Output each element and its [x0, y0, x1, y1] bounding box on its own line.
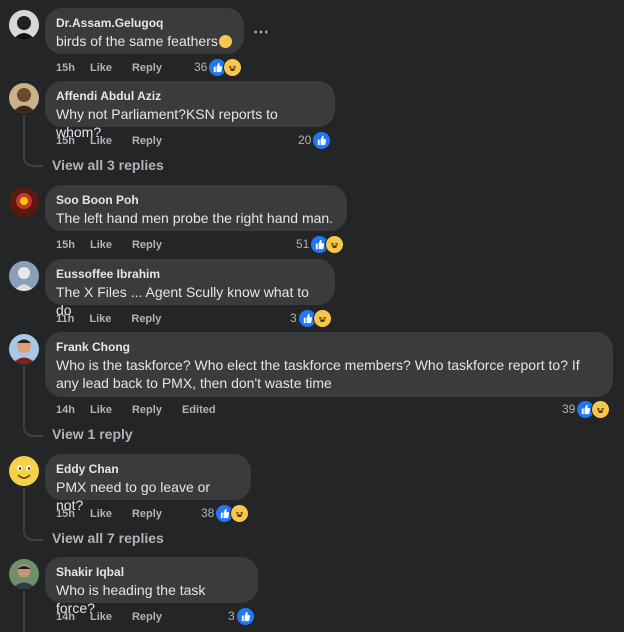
reaction-summary[interactable]: 36 [194, 57, 243, 77]
avatar[interactable] [9, 10, 39, 40]
comment-actions: 15h Like Reply [56, 61, 182, 75]
comment-text: The left hand men probe the right hand m… [56, 210, 334, 226]
comment-author[interactable]: Frank Chong [56, 340, 602, 354]
reply-link[interactable]: Reply [131, 312, 161, 326]
reaction-summary[interactable]: 39 [562, 399, 611, 419]
haha-icon [312, 308, 332, 328]
thread-curve [23, 427, 43, 437]
reaction-summary[interactable]: 3 [290, 308, 332, 328]
reaction-count: 3 [290, 311, 297, 325]
haha-icon [591, 399, 611, 419]
reply-link[interactable]: Reply [132, 134, 162, 148]
comment-actions: 15h Like Reply [56, 238, 182, 252]
reply-link[interactable]: Reply [132, 403, 162, 417]
comment-actions: 15h Like Reply [56, 507, 182, 521]
edited-label: Edited [181, 404, 216, 416]
comment-actions: 14h Like Reply Edited [56, 403, 236, 417]
reaction-count: 20 [298, 133, 312, 147]
view-replies-link[interactable]: View 1 reply [52, 426, 133, 442]
reaction-count: 3 [228, 609, 235, 623]
comment-text-line: Who is the taskforce? Who elect the task… [56, 357, 580, 373]
comment-bubble: Shakir Iqbal Who is heading the task for… [45, 557, 258, 616]
thread-line [23, 366, 25, 429]
like-link[interactable]: Like [90, 61, 112, 75]
reaction-count: 39 [562, 402, 576, 416]
comment-time[interactable]: 15h [56, 507, 75, 521]
comment-text-line: any lead back to PMX, then don't waste t… [56, 375, 332, 391]
haha-icon [230, 503, 250, 523]
comment-time[interactable]: 15h [56, 61, 75, 75]
like-icon [312, 130, 332, 150]
haha-icon [325, 234, 345, 254]
comment-time[interactable]: 11h [56, 312, 74, 326]
reply-link[interactable]: Reply [132, 61, 162, 75]
thread-curve [23, 531, 43, 541]
reaction-summary[interactable]: 20 [298, 130, 332, 150]
reply-link[interactable]: Reply [132, 507, 162, 521]
like-link[interactable]: Like [90, 134, 112, 148]
reaction-summary[interactable]: 38 [201, 503, 250, 523]
comment-text: Who is the taskforce? Who elect the task… [56, 356, 602, 392]
reply-link[interactable]: Reply [132, 610, 162, 624]
like-link[interactable]: Like [90, 403, 112, 417]
comment-time[interactable]: 14h [56, 610, 75, 624]
like-link[interactable]: Like [89, 312, 111, 326]
reaction-summary[interactable]: 3 [228, 606, 255, 626]
comment-author[interactable]: Shakir Iqbal [56, 565, 247, 579]
comment-author[interactable]: Affendi Abdul Aziz [56, 89, 324, 103]
comment-bubble: Soo Boon Poh The left hand men probe the… [45, 185, 347, 231]
like-link[interactable]: Like [90, 238, 112, 252]
reaction-count: 36 [194, 60, 208, 74]
comment-author[interactable]: Eussoffee Ibrahim [56, 267, 324, 281]
view-replies-link[interactable]: View all 7 replies [52, 530, 164, 546]
laughing-emoji-icon [218, 35, 232, 48]
thread-line [23, 591, 25, 632]
reaction-count: 51 [296, 237, 310, 251]
comment-actions: 11h Like Reply [56, 312, 181, 326]
avatar[interactable] [9, 261, 39, 291]
thread-line [23, 115, 25, 159]
reaction-summary[interactable]: 51 [296, 234, 345, 254]
comment-text: birds of the same feathers [56, 32, 233, 50]
reaction-count: 38 [201, 506, 215, 520]
reply-link[interactable]: Reply [132, 238, 162, 252]
comment-bubble: Affendi Abdul Aziz Why not Parliament?KS… [45, 81, 335, 140]
avatar[interactable] [9, 334, 39, 364]
avatar[interactable] [9, 83, 39, 113]
comment-author[interactable]: Soo Boon Poh [56, 193, 336, 207]
thread-curve [23, 157, 43, 167]
like-link[interactable]: Like [90, 507, 112, 521]
comment-time[interactable]: 14h [56, 403, 75, 417]
avatar[interactable] [9, 456, 39, 486]
like-icon [235, 606, 255, 626]
comment-actions: 14h Like Reply [56, 610, 182, 624]
more-options-icon[interactable]: ⋯ [253, 22, 270, 42]
comment-bubble: Frank Chong Who is the taskforce? Who el… [45, 332, 613, 397]
like-link[interactable]: Like [90, 610, 112, 624]
comment-actions: 15h Like Reply [56, 134, 182, 148]
comment-bubble: Eddy Chan PMX need to go leave or not? [45, 454, 251, 513]
comment-time[interactable]: 15h [56, 238, 75, 252]
avatar[interactable] [9, 559, 39, 589]
comment-bubble: Eussoffee Ibrahim The X Files ... Agent … [45, 259, 335, 318]
comment-bubble: Dr.Assam.Gelugoq birds of the same feath… [45, 8, 244, 54]
haha-icon [223, 57, 243, 77]
comment-time[interactable]: 15h [56, 134, 75, 148]
comment-author[interactable]: Dr.Assam.Gelugoq [56, 16, 233, 30]
view-replies-link[interactable]: View all 3 replies [52, 157, 164, 173]
thread-line [23, 488, 25, 533]
avatar[interactable] [9, 187, 39, 217]
comment-author[interactable]: Eddy Chan [56, 462, 240, 476]
